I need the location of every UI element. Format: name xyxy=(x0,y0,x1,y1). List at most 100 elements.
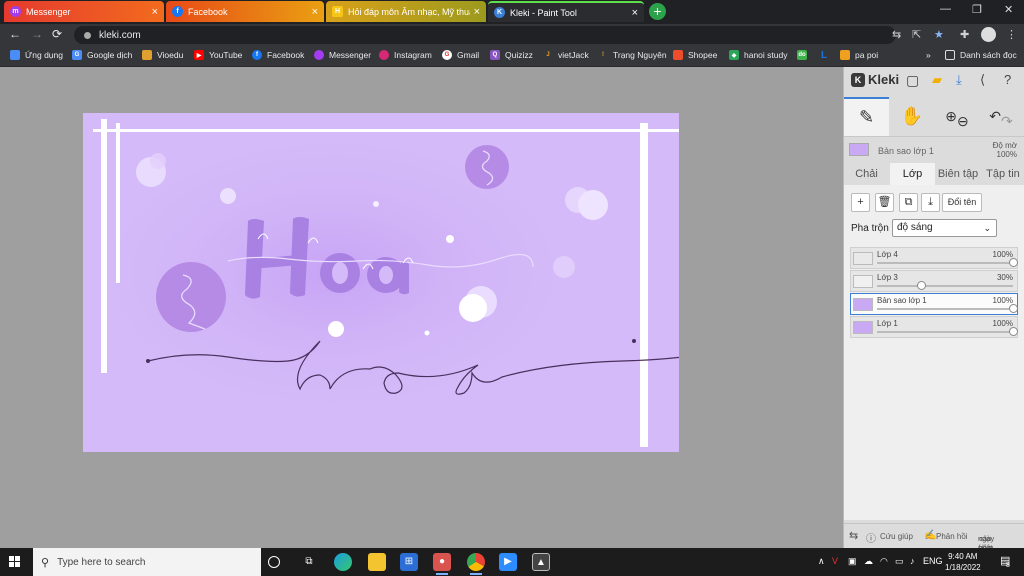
blend-mode-select[interactable]: độ sáng ⌄ xyxy=(892,219,997,237)
layer-row[interactable]: Bản sao lớp 1 100% xyxy=(850,293,1018,315)
cloud-icon[interactable]: ☁ xyxy=(864,556,873,567)
bookmark-hanoi-study[interactable]: ◆ hanoi study xyxy=(729,50,787,60)
drawing-canvas[interactable] xyxy=(83,113,679,452)
minimize-button[interactable]: — xyxy=(940,3,951,15)
url-input[interactable]: kleki.com xyxy=(74,26,896,44)
app-red-icon[interactable]: ● xyxy=(433,553,451,575)
zoom-tool[interactable]: ⊕ ⊖ xyxy=(936,97,978,136)
tab-messenger[interactable]: m Messenger × xyxy=(4,1,164,22)
bookmark-facebook[interactable]: f Facebook xyxy=(252,50,304,60)
share-icon[interactable]: ⟨ xyxy=(980,72,985,88)
opacity-slider-track[interactable] xyxy=(877,262,1013,264)
share-icon[interactable]: ⇱ xyxy=(912,28,921,41)
bookmark-vioedu[interactable]: Vioedu xyxy=(142,50,183,60)
antivirus-icon[interactable]: V xyxy=(832,556,838,566)
forward-button[interactable]: → xyxy=(31,27,43,41)
vioedu-icon xyxy=(142,50,152,60)
tab-hoidap[interactable]: H Hỏi đáp môn Âm nhạc, Mỹ thuật × xyxy=(326,1,486,22)
tab-layers[interactable]: Lớp xyxy=(890,163,935,185)
star-icon[interactable]: ★ xyxy=(934,28,944,41)
new-tab-button[interactable]: + xyxy=(649,3,666,20)
language-indicator[interactable]: ENG xyxy=(923,556,943,566)
bookmark-messenger[interactable]: Messenger xyxy=(314,50,371,60)
layers-panel: + 🗑 ⧉ ⤓ Đổi tên Pha trộn độ sáng ⌄ Lớp 4 1… xyxy=(844,185,1024,520)
delete-layer-button[interactable]: 🗑 xyxy=(875,193,894,212)
cortana-icon[interactable] xyxy=(268,556,280,568)
opacity-slider-knob[interactable] xyxy=(916,281,926,290)
window-close-button[interactable]: ✕ xyxy=(1004,3,1013,16)
reload-button[interactable]: ⟳ xyxy=(52,27,62,41)
bookmark-gmail[interactable]: G Gmail xyxy=(442,50,479,60)
opacity-slider-track[interactable] xyxy=(877,331,1013,333)
bookmark-blue-l[interactable]: L xyxy=(819,50,834,61)
tab-facebook[interactable]: f Facebook × xyxy=(166,1,324,22)
bookmark-google-translate[interactable]: G Google dịch xyxy=(72,50,132,60)
layer-row[interactable]: Lớp 3 30% xyxy=(850,270,1018,292)
close-icon[interactable]: × xyxy=(312,6,318,18)
tab-kleki[interactable]: K Kleki - Paint Tool × xyxy=(488,1,644,22)
opacity-slider-track[interactable] xyxy=(877,285,1013,287)
layer-row[interactable]: Lớp 1 100% xyxy=(850,316,1018,338)
close-icon[interactable]: × xyxy=(152,6,158,18)
duplicate-layer-button[interactable]: ⧉ xyxy=(899,193,918,212)
edge-icon[interactable] xyxy=(334,553,352,571)
new-file-icon[interactable]: ▢ xyxy=(906,72,919,89)
layer-row[interactable]: Lớp 4 100% xyxy=(850,247,1018,269)
task-view-icon[interactable]: ⧉ xyxy=(300,553,318,571)
windows-start-button[interactable] xyxy=(9,556,21,568)
wifi-icon[interactable]: ◠ xyxy=(880,556,888,567)
open-file-icon[interactable]: ▰ xyxy=(932,72,942,88)
help-icon[interactable]: ? xyxy=(1004,72,1011,87)
tab-brush[interactable]: Chải xyxy=(844,163,889,185)
bookmark-apps[interactable]: Ứng dụng xyxy=(10,50,63,60)
bookmark-vietjack[interactable]: JvietJack xyxy=(543,50,588,60)
close-icon[interactable]: × xyxy=(474,6,480,18)
help-circle-icon[interactable]: ⓘ xyxy=(866,530,876,545)
opacity-slider-knob[interactable] xyxy=(1009,258,1018,267)
taskbar-clock[interactable]: 9:40 AM 1/18/2022 xyxy=(945,551,981,573)
store-icon[interactable]: ⊞ xyxy=(400,553,418,571)
chrome-icon[interactable] xyxy=(467,553,485,575)
tray-app-icon[interactable]: ▣ xyxy=(848,556,857,567)
profile-avatar[interactable] xyxy=(981,27,996,42)
photos-icon[interactable]: ▲ xyxy=(532,553,550,571)
tab-file[interactable]: Tập tin xyxy=(981,163,1024,185)
translate-icon[interactable]: ⇆ xyxy=(892,28,901,41)
bookmarks-more-button[interactable]: » xyxy=(926,50,931,60)
taskbar-search-input[interactable]: ⚲ Type here to search xyxy=(33,548,261,576)
swap-icon[interactable]: ⇆ xyxy=(849,529,858,542)
download-icon[interactable]: ⤓ xyxy=(956,72,962,88)
tray-chevron-icon[interactable]: ∧ xyxy=(818,556,825,567)
opacity-slider-knob[interactable] xyxy=(1009,304,1018,313)
bookmark-instagram[interactable]: Instagram xyxy=(379,50,432,60)
back-button[interactable]: ← xyxy=(9,27,21,41)
zoom-app-icon[interactable]: ▶ xyxy=(499,553,517,571)
help-link[interactable]: Cứu giúp xyxy=(880,532,913,541)
tab-edit[interactable]: Biên tập xyxy=(936,163,980,185)
file-explorer-icon[interactable] xyxy=(368,553,386,571)
bookmark-green-app[interactable]: do xyxy=(797,50,812,60)
reading-list-button[interactable]: Danh sách đọc xyxy=(945,50,1017,60)
opacity-slider-knob[interactable] xyxy=(1009,327,1018,336)
bookmark-trang-nguyen[interactable]: ! Trạng Nguyên xyxy=(598,50,667,60)
add-layer-button[interactable]: + xyxy=(851,193,870,212)
battery-icon[interactable]: ▭ xyxy=(895,556,904,567)
bookmark-youtube[interactable]: ▶ YouTube xyxy=(194,50,242,60)
undo-redo-tool[interactable]: ↶ ↷ xyxy=(980,97,1022,136)
bookmark-shopee[interactable]: Shopee xyxy=(673,50,717,60)
volume-icon[interactable]: ♪ xyxy=(910,556,915,566)
brush-tool[interactable]: ✎ xyxy=(844,97,889,136)
close-icon[interactable]: × xyxy=(632,7,638,19)
extensions-icon[interactable]: ✚ xyxy=(960,28,969,41)
rename-layer-button[interactable]: Đổi tên xyxy=(942,193,982,212)
restore-button[interactable]: ❐ xyxy=(972,3,982,16)
feedback-link[interactable]: Phản hồi xyxy=(936,532,968,541)
feedback-icon[interactable]: ✍ xyxy=(924,530,936,541)
merge-layer-button[interactable]: ⤓ xyxy=(921,193,940,212)
drawing-workspace[interactable] xyxy=(0,67,843,548)
bookmark-pa-poi[interactable]: pa poi xyxy=(840,50,878,60)
hand-tool[interactable]: ✋ xyxy=(892,97,932,136)
bookmark-quizizz[interactable]: Q Quizizz xyxy=(490,50,533,60)
menu-icon[interactable]: ⋮ xyxy=(1006,28,1017,41)
opacity-slider-track[interactable] xyxy=(877,308,1013,310)
